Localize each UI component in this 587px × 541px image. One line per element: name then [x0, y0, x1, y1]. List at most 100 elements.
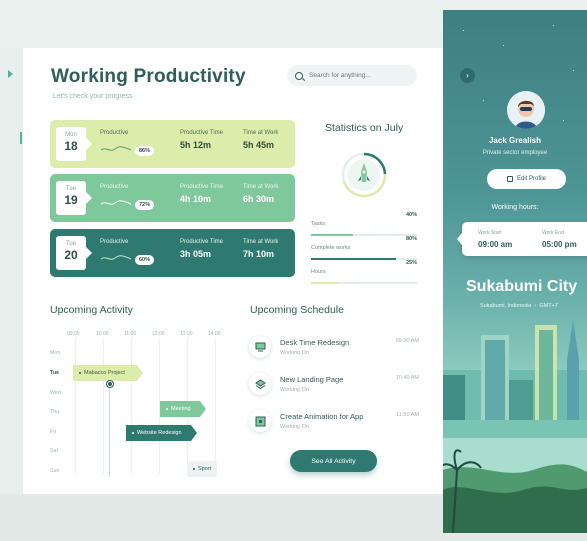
- productive-time-value: 4h 10m: [180, 194, 212, 204]
- user-name: Jack Grealish: [488, 136, 542, 145]
- statistics-ring: [341, 152, 387, 198]
- productive-label: Productive: [100, 239, 129, 245]
- day-card-tue-20[interactable]: Tue 20 Productive 60% Productive Time 3h 0…: [50, 229, 295, 277]
- productive-percent: 86%: [135, 146, 155, 156]
- day-number: 19: [64, 193, 78, 207]
- productive-time-label: Productive Time: [180, 239, 224, 245]
- dashboard-main-panel: Working Productivity Let's check your pr…: [23, 48, 443, 494]
- page-title: Working Productivity: [51, 66, 246, 87]
- user-role: Private sector employee: [482, 150, 548, 156]
- time-marker-line: [109, 387, 110, 477]
- upcoming-schedule-title: Upcoming Schedule: [250, 304, 344, 316]
- wave-graph-icon: [100, 146, 132, 151]
- day-label: Wed: [50, 390, 61, 396]
- day-label: Sun: [50, 468, 60, 474]
- statistics-title: Statistics on July: [325, 122, 404, 134]
- day-of-week: Mon: [65, 132, 77, 138]
- stat-label: Tasks: [311, 221, 326, 227]
- time-at-work-label: Time at Work: [243, 239, 279, 245]
- activity-mabacco-project[interactable]: Mabacco Project: [73, 365, 143, 381]
- date-badge: Tue 20: [56, 236, 92, 270]
- wave-graph-icon: [100, 255, 132, 260]
- schedule-item[interactable]: Create Animation for App Working On 11:5…: [249, 410, 419, 440]
- hour-label: 09:00: [67, 331, 80, 337]
- productive-percent: 72%: [135, 200, 155, 210]
- activity-sport[interactable]: Sport: [187, 461, 217, 477]
- hour-label: 12:00: [152, 331, 165, 337]
- productive-label: Productive: [100, 184, 129, 190]
- work-start-value: 09:00 am: [478, 240, 513, 249]
- schedule-item[interactable]: Desk Time Redesign Working On 09:30 AM: [249, 336, 419, 366]
- day-number: 20: [64, 248, 78, 262]
- working-hours-card: Work Start 09:00 am Work End 05:00 pm: [457, 222, 587, 256]
- day-label: Thu: [50, 409, 60, 415]
- location-text: Sukabumi, Indonesia: [480, 303, 532, 309]
- activity-website-redesign[interactable]: Website Redesign: [126, 425, 197, 441]
- stat-label: Hours: [311, 269, 326, 275]
- date-badge: Mon 18: [56, 127, 92, 161]
- timezone-text: GMT+7: [539, 303, 558, 309]
- schedule-status: Working On: [280, 350, 309, 356]
- monitor-icon: [249, 336, 271, 358]
- productive-label: Productive: [100, 130, 129, 136]
- day-of-week: Tue: [65, 241, 77, 247]
- schedule-status: Working On: [280, 387, 309, 393]
- upcoming-activity-title: Upcoming Activity: [50, 304, 133, 316]
- stat-label: Complete works: [311, 245, 351, 251]
- search-icon: [295, 71, 303, 80]
- stat-value: 40%: [405, 212, 417, 218]
- day-label: Fri: [50, 429, 57, 435]
- schedule-item[interactable]: New Landing Page Working On 10:40 AM: [249, 373, 419, 403]
- day-label-active: Tue: [50, 370, 60, 376]
- wave-graph-icon: [100, 200, 132, 205]
- hour-label: 10:00: [96, 331, 109, 337]
- schedule-name: New Landing Page: [280, 375, 344, 384]
- time-at-work-value: 6h 30m: [243, 194, 275, 204]
- left-edge-tick: [20, 132, 22, 144]
- avatar: [507, 91, 545, 129]
- productive-time-label: Productive Time: [180, 184, 224, 190]
- stat-row-hours: Hours 25%: [311, 260, 417, 284]
- stat-row-complete-works: Complete works 80%: [311, 236, 417, 260]
- hour-label: 11:00: [124, 331, 137, 337]
- stat-value: 80%: [405, 236, 417, 242]
- day-label: Mon: [50, 350, 61, 356]
- time-marker[interactable]: [107, 381, 113, 387]
- time-at-work-value: 5h 45m: [243, 140, 275, 150]
- schedule-status: Working On: [280, 424, 309, 430]
- schedule-time: 11:50 AM: [396, 412, 419, 418]
- edit-icon: [506, 176, 513, 182]
- activity-meeting[interactable]: Meeting: [160, 401, 206, 417]
- profile-panel: › Jack Grealish Private sector employee …: [443, 10, 587, 533]
- search-input[interactable]: [309, 72, 399, 79]
- see-all-activity-button[interactable]: See All Activity: [290, 450, 377, 472]
- page-subtitle: Let's check your progress: [53, 93, 133, 100]
- productive-percent: 60%: [135, 255, 155, 265]
- date-badge: Tue 19: [56, 181, 92, 215]
- schedule-name: Create Animation for App: [280, 412, 364, 421]
- time-at-work-label: Time at Work: [243, 130, 279, 136]
- edit-profile-label: Edit Profile: [516, 176, 546, 182]
- stat-row-tasks: Tasks 40%: [311, 212, 417, 236]
- stat-bar-fill: [311, 282, 338, 284]
- back-chevron-icon[interactable]: ›: [460, 68, 475, 83]
- day-label: Sat: [50, 448, 58, 454]
- productive-time-value: 3h 05m: [180, 249, 212, 259]
- schedule-time: 09:30 AM: [395, 338, 419, 344]
- city-name: Sukabumi City: [466, 278, 578, 295]
- image-icon: [249, 410, 271, 432]
- location-line: Sukabumi, Indonesia › GMT+7: [480, 303, 558, 309]
- city-skyline-illustration: [443, 320, 587, 533]
- day-of-week: Tue: [65, 186, 77, 192]
- time-at-work-label: Time at Work: [243, 184, 279, 190]
- working-hours-title: Working hours:: [491, 204, 539, 211]
- edit-profile-button[interactable]: Edit Profile: [487, 169, 566, 189]
- stat-value: 25%: [405, 260, 417, 266]
- hour-label: 13:00: [180, 331, 193, 337]
- day-card-tue-19[interactable]: Tue 19 Productive 72% Productive Time 4h 1…: [50, 174, 295, 222]
- search-box[interactable]: [287, 65, 417, 86]
- day-card-mon-18[interactable]: Mon 18 Productive 86% Productive Time 5h 1…: [50, 120, 295, 168]
- work-end-label: Work End: [542, 230, 564, 236]
- hour-label: 14:00: [208, 331, 221, 337]
- schedule-name: Desk Time Redesign: [280, 338, 350, 347]
